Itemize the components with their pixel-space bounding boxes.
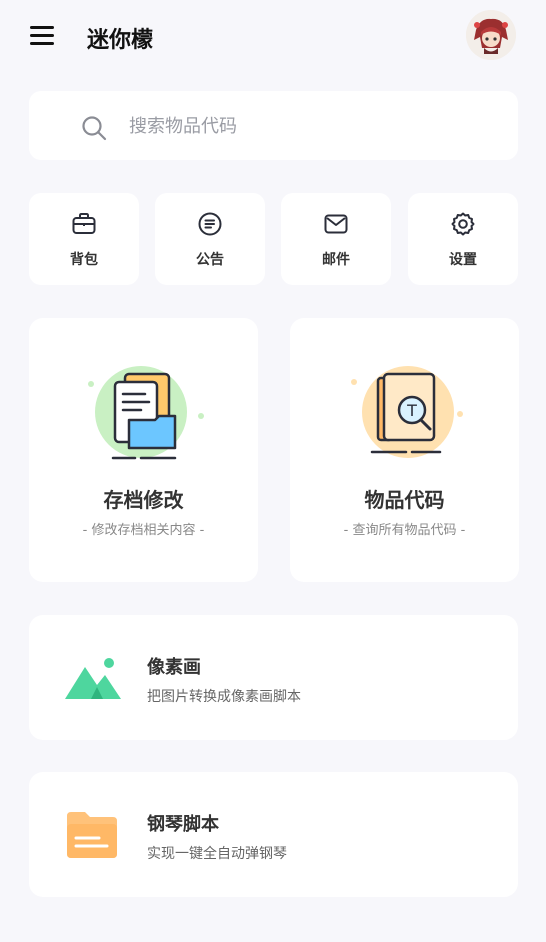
- quick-action-backpack[interactable]: 背包: [29, 193, 139, 285]
- quick-action-label: 公告: [196, 252, 224, 268]
- folder-document-icon: [88, 366, 204, 460]
- feature-card-item-codes[interactable]: T 物品代码 - 查询所有物品代码 -: [290, 318, 519, 582]
- app-title: 迷你檬: [87, 28, 154, 53]
- svg-text:T: T: [406, 401, 417, 420]
- folder-icon: [67, 812, 117, 858]
- feature-card-save-edit[interactable]: 存档修改 - 修改存档相关内容 -: [29, 318, 258, 582]
- list-card-title: 像素画: [147, 657, 201, 678]
- avatar[interactable]: [466, 10, 516, 60]
- search-icon: [82, 116, 107, 141]
- feature-card-subtitle: - 修改存档相关内容 -: [82, 523, 205, 538]
- briefcase-icon: [72, 213, 96, 234]
- mountain-image-icon: [65, 658, 121, 699]
- list-card-pixel-art[interactable]: 像素画 把图片转换成像素画脚本: [29, 615, 518, 740]
- search-bar[interactable]: [29, 91, 518, 160]
- quick-action-label: 邮件: [322, 252, 350, 268]
- mail-icon: [324, 214, 348, 234]
- quick-action-mail[interactable]: 邮件: [281, 193, 391, 285]
- settings-icon: [451, 212, 475, 236]
- feature-card-subtitle: - 查询所有物品代码 -: [343, 523, 466, 538]
- search-input[interactable]: [129, 111, 489, 141]
- list-card-piano-script[interactable]: 钢琴脚本 实现一键全自动弹钢琴: [29, 772, 518, 897]
- notice-icon: [198, 212, 222, 236]
- list-card-subtitle: 实现一键全自动弹钢琴: [147, 846, 287, 862]
- header: 迷你檬: [0, 0, 546, 72]
- quick-action-settings[interactable]: 设置: [408, 193, 518, 285]
- feature-card-title: 物品代码: [364, 488, 445, 512]
- list-card-title: 钢琴脚本: [147, 814, 219, 835]
- hamburger-menu-icon[interactable]: [30, 26, 54, 46]
- feature-card-title: 存档修改: [103, 488, 184, 512]
- quick-action-label: 背包: [70, 252, 98, 268]
- book-search-icon: T: [351, 366, 463, 458]
- quick-action-label: 设置: [449, 252, 477, 268]
- list-card-subtitle: 把图片转换成像素画脚本: [147, 689, 301, 705]
- quick-action-notice[interactable]: 公告: [155, 193, 265, 285]
